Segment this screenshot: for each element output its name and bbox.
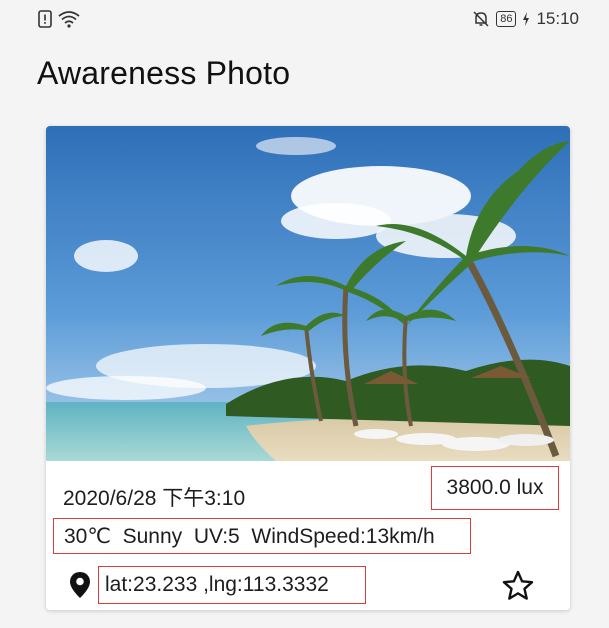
page-title: Awareness Photo (37, 55, 291, 91)
beach-photo[interactable] (46, 126, 570, 461)
map-pin-icon (70, 572, 90, 598)
mute-bell-icon (473, 11, 489, 27)
photo-card[interactable]: 2020/6/28 下午3:10 3800.0 lux 30℃ Sunny UV… (46, 126, 570, 610)
status-bar: 86 15:10 (0, 0, 609, 40)
battery-level: 86 (496, 11, 517, 27)
photo-datetime: 2020/6/28 下午3:10 (63, 487, 246, 510)
status-right: 86 15:10 (472, 9, 579, 29)
location-coordinates: lat:23.233 ,lng:113.3332 (98, 566, 366, 604)
weather-info: 30℃ Sunny UV:5 WindSpeed:13km/h (53, 518, 471, 554)
star-outline-icon[interactable] (501, 569, 535, 603)
wifi-icon (58, 11, 80, 28)
status-left (38, 10, 80, 28)
light-level: 3800.0 lux (431, 466, 559, 510)
clock: 15:10 (536, 9, 579, 28)
charging-icon (523, 12, 530, 26)
sim-alert-icon (38, 10, 52, 28)
